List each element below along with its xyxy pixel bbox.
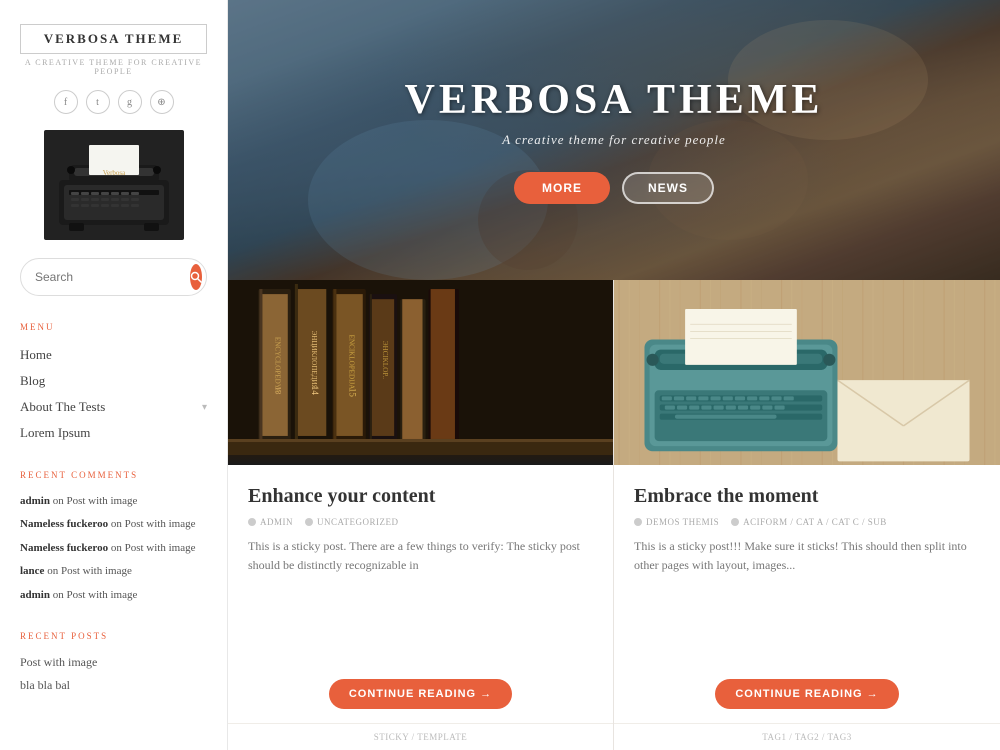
twitter-icon[interactable]: t [86,90,110,114]
card-body-1: Enhance your content ADMIN UNCATEGORIZED… [228,465,613,723]
post-card-2: Embrace the moment DEMOS THEMIS ACIFORM … [614,280,1000,750]
recent-post-item[interactable]: Post with image [20,651,207,674]
menu-item-lorem[interactable]: Lorem Ipsum [20,420,207,446]
hero-content: VERBOSA THEME A creative theme for creat… [405,76,824,204]
card-meta-1: ADMIN UNCATEGORIZED [248,517,593,527]
recent-posts-title: RECENT POSTS [20,631,207,641]
svg-text:ЭНЦИКЛОПЕДИЯ: ЭНЦИКЛОПЕДИЯ [310,331,318,390]
category-icon [305,518,313,526]
card-category-1: UNCATEGORIZED [305,517,399,527]
hero-subtitle: A creative theme for creative people [405,132,824,148]
hero-title: VERBOSA THEME [405,76,824,124]
recent-comments-list: admin on Post with image Nameless fucker… [20,490,207,607]
category-icon [731,518,739,526]
card-image-books: ENCYCLOPEDYA 13 ЭНЦИКЛОПЕДИЯ 14 ENCIKLOP… [228,280,613,465]
logo-typewriter-image: Verbosa [44,130,184,240]
cards-grid: ENCYCLOPEDYA 13 ЭНЦИКЛОПЕДИЯ 14 ENCIKLOP… [228,280,1000,750]
svg-text:14: 14 [310,386,320,396]
continue-reading-button-2[interactable]: CONTINUE READING → [715,679,898,709]
author-icon [634,518,642,526]
search-button[interactable] [190,264,202,290]
menu-section-title: MENU [20,322,207,332]
main-menu: Home Blog About The Tests ▾ Lorem Ipsum [20,342,207,446]
facebook-icon[interactable]: f [54,90,78,114]
card-meta-2: DEMOS THEMIS ACIFORM / CAT A / CAT C / S… [634,517,980,527]
menu-item-home[interactable]: Home [20,342,207,368]
svg-text:13: 13 [274,386,283,394]
card-excerpt-1: This is a sticky post. There are a few t… [248,537,593,665]
news-button[interactable]: NEWS [622,172,714,204]
googleplus-icon[interactable]: g [118,90,142,114]
social-icons-bar: f t g ⊕ [20,90,207,114]
chevron-down-icon: ▾ [202,402,207,413]
post-card-1: ENCYCLOPEDYA 13 ЭНЦИКЛОПЕДИЯ 14 ENCIKLOP… [228,280,614,750]
sidebar: VERBOSA THEME A CREATIVE THEME FOR CREAT… [0,0,228,750]
main-content: VERBOSA THEME A creative theme for creat… [228,0,1000,750]
author-icon [248,518,256,526]
menu-item-blog[interactable]: Blog [20,368,207,394]
link-icon[interactable]: ⊕ [150,90,174,114]
svg-text:Verbosa: Verbosa [102,169,125,177]
card-excerpt-2: This is a sticky post!!! Make sure it st… [634,537,980,665]
card-footer-1: STICKY / TEMPLATE [228,723,613,750]
card-title-2: Embrace the moment [634,483,980,509]
hero-section: VERBOSA THEME A creative theme for creat… [228,0,1000,280]
search-bar [20,258,207,296]
menu-item-about[interactable]: About The Tests ▾ [20,394,207,420]
card-author-2: DEMOS THEMIS [634,517,719,527]
card-author-1: ADMIN [248,517,293,527]
continue-reading-button-1[interactable]: CONTINUE READING → [329,679,512,709]
card-footer-2: TAG1 / TAG2 / TAG3 [614,723,1000,750]
comment-item: Nameless fuckeroo on Post with image [20,513,207,536]
card-body-2: Embrace the moment DEMOS THEMIS ACIFORM … [614,465,1000,723]
comment-item: Nameless fuckeroo on Post with image [20,537,207,560]
svg-text:ENCIKLOPEDIJA: ENCIKLOPEDIJA [348,335,356,391]
card-image-typewriter [614,280,1000,465]
recent-posts-list: Post with image bla bla bal [20,651,207,697]
comment-item: admin on Post with image [20,490,207,513]
comment-item: lance on Post with image [20,560,207,583]
site-subtitle: A CREATIVE THEME FOR CREATIVE PEOPLE [20,58,207,76]
card-category-2: ACIFORM / CAT A / CAT C / SUB [731,517,887,527]
comment-item: admin on Post with image [20,584,207,607]
svg-text:ЭНCIKLOP..: ЭНCIKLOP.. [381,341,389,379]
site-title: VERBOSA THEME [20,24,207,54]
recent-post-item[interactable]: bla bla bal [20,674,207,697]
recent-comments-title: RECENT COMMENTS [20,470,207,480]
search-input[interactable] [35,270,190,284]
hero-buttons: MORE NEWS [405,172,824,204]
svg-text:15: 15 [348,388,358,398]
more-button[interactable]: MORE [514,172,610,204]
card-title-1: Enhance your content [248,483,593,509]
